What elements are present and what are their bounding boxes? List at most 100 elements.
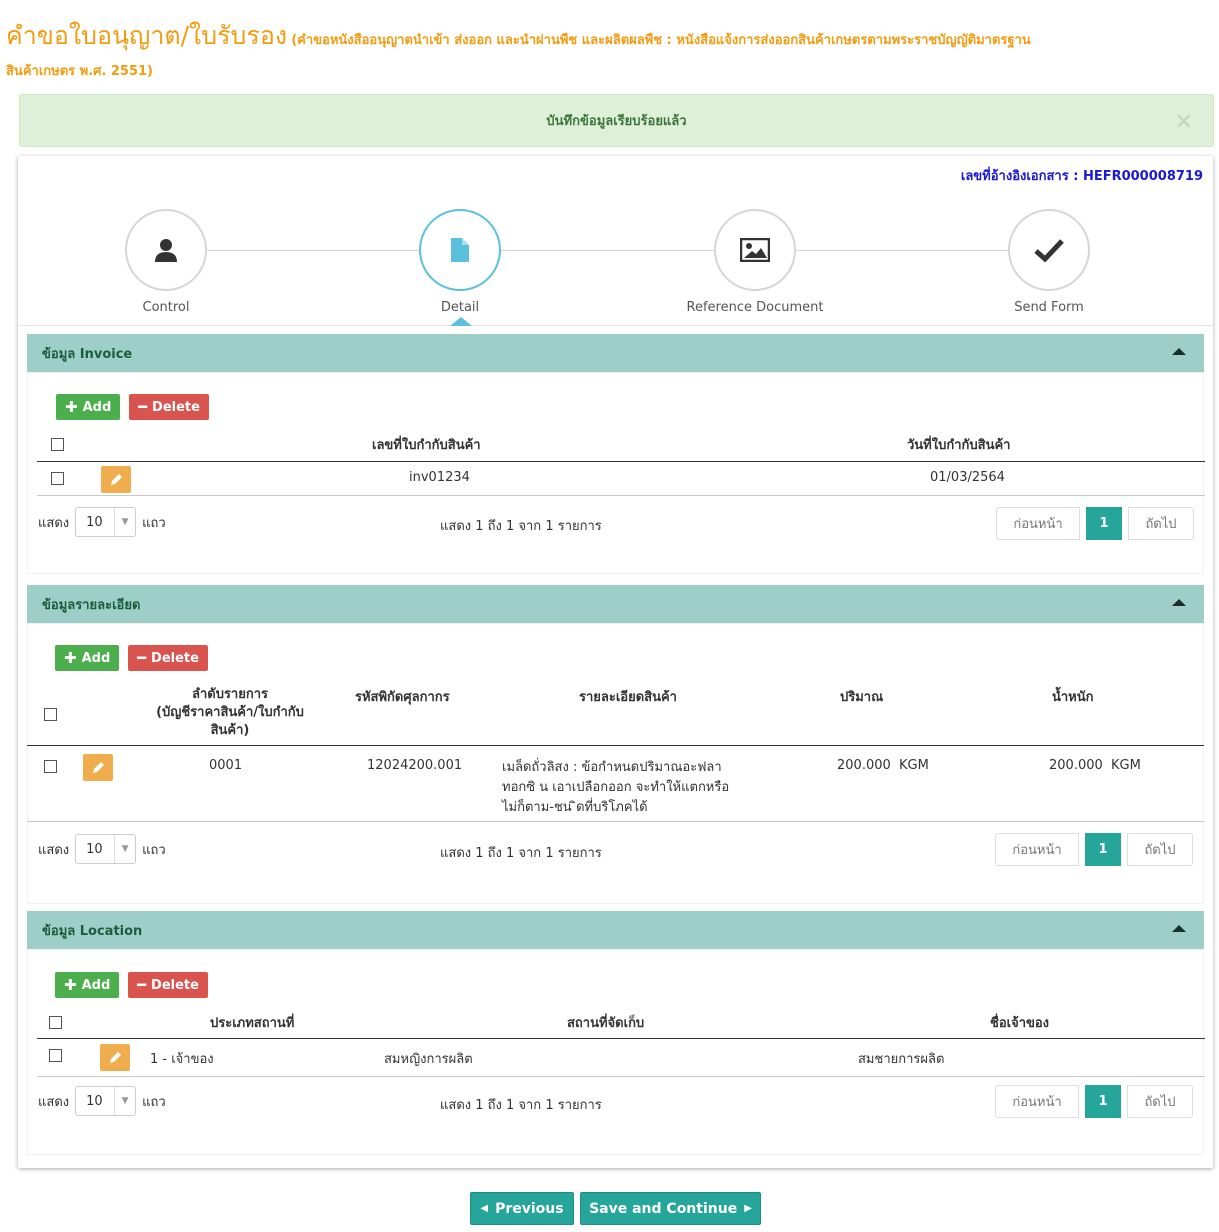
wizard-step-label: Send Form [1014, 300, 1084, 315]
page-size-value: 10 [86, 841, 103, 857]
edit-button[interactable] [101, 466, 131, 493]
reference-number: เลขที่อ้างอิงเอกสาร : HEFR000008719 [960, 169, 1203, 184]
owner-cell: สมชายการผลิต [858, 1052, 945, 1067]
previous-page-button[interactable]: ก่อนหน้า [995, 833, 1079, 866]
row-checkbox[interactable] [49, 1049, 62, 1062]
page-1-button[interactable]: 1 [1085, 1085, 1121, 1118]
add-label: Add [82, 399, 112, 415]
page-size-select[interactable]: 10 ▼ [75, 834, 137, 864]
save-and-continue-button[interactable]: Save and Continue ▶ [580, 1192, 761, 1225]
plus-icon: ✚ [64, 649, 77, 667]
page-1-button[interactable]: 1 [1085, 833, 1121, 866]
select-all-checkbox[interactable] [51, 438, 64, 451]
delete-label: Delete [151, 977, 199, 993]
wizard-step-reference-document[interactable]: Reference Document [675, 209, 835, 315]
location-delete-button[interactable]: ━ Delete [128, 972, 208, 998]
hs-code-cell: 12024200.001 [367, 758, 463, 773]
page-title-subtitle-2: สินค้าเกษตร พ.ศ. 2551) [6, 64, 153, 79]
page-length-control: แสดง 10 ▼ แถว [38, 834, 166, 864]
table-info: แสดง 1 ถึง 1 จาก 1 รายการ [440, 1098, 602, 1113]
page-size-value: 10 [86, 514, 103, 530]
invoice-section-header[interactable]: ข้อมูล Invoice [27, 334, 1204, 372]
select-all-checkbox[interactable] [49, 1016, 62, 1029]
pagination: ก่อนหน้า 1 ถัดไป [995, 1085, 1193, 1118]
wizard-step-label: Control [142, 300, 190, 315]
row-checkbox[interactable] [44, 760, 57, 773]
wizard-divider [18, 325, 1213, 326]
alert-close-icon[interactable]: × [1175, 109, 1193, 134]
collapse-icon[interactable] [1172, 348, 1186, 355]
file-icon [419, 209, 501, 291]
collapse-icon[interactable] [1172, 599, 1186, 606]
wizard-step-send-form[interactable]: Send Form [969, 209, 1129, 315]
success-alert: บันทึกข้อมูลเรียบร้อยแล้ว × [19, 94, 1214, 147]
check-icon [1008, 209, 1090, 291]
column-header: ประเภทสถานที่ [210, 1016, 295, 1031]
column-header-seq: ลำดับรายการ (บัญชีราคาสินค้า/ใบกำกับ สิน… [135, 686, 325, 740]
seq-cell: 0001 [209, 758, 243, 773]
detail-add-button[interactable]: ✚ Add [55, 645, 120, 671]
table-info: แสดง 1 ถึง 1 จาก 1 รายการ [440, 846, 602, 861]
detail-section-header[interactable]: ข้อมูลรายละเอียด [27, 585, 1204, 623]
description-line: ไม่ก็ตาม-ชน ิดที่บริโภคได้ [502, 800, 648, 815]
location-section-title: ข้อมูล Location [42, 923, 143, 939]
storage-cell: สมหญิงการผลิต [384, 1052, 473, 1067]
description-cell: เมล็ดถั่วลิสง : ข้อกำหนดปริมาณอะฟลา ทอกซ… [502, 758, 729, 818]
next-page-button[interactable]: ถัดไป [1128, 507, 1194, 540]
detail-section-title: ข้อมูลรายละเอียด [42, 597, 141, 613]
invoice-section-title: ข้อมูล Invoice [42, 346, 133, 362]
pencil-icon [110, 1051, 121, 1063]
location-section-header[interactable]: ข้อมูล Location [27, 911, 1204, 949]
page-title-main: คำขอใบอนุญาต/ใบรับรอง [6, 21, 288, 50]
image-icon [714, 209, 796, 291]
wizard-step-label: Detail [440, 300, 480, 315]
chevron-right-icon: ▶ [744, 1203, 752, 1214]
wizard-step-detail[interactable]: Detail [380, 209, 540, 315]
column-header: น้ำหนัก [1052, 690, 1094, 705]
location-add-button[interactable]: ✚ Add [55, 972, 120, 998]
edit-button[interactable] [83, 754, 113, 781]
show-label: แสดง [38, 515, 70, 531]
page-title-subtitle: (คำขอหนังสืออนุญาตนำเข้า ส่งออก และนำผ่า… [291, 33, 1031, 48]
column-header: วันที่ใบกำกับสินค้า [907, 438, 1011, 453]
rows-label: แถว [142, 1094, 166, 1110]
chevron-down-icon: ▼ [114, 1087, 135, 1115]
column-header-line: สินค้า) [210, 723, 250, 738]
collapse-icon[interactable] [1172, 925, 1186, 932]
minus-icon: ━ [137, 649, 147, 667]
table-info: แสดง 1 ถึง 1 จาก 1 รายการ [440, 519, 602, 534]
description-line: ทอกซิ น เอาเปลือกออก จะทำให้แตกหรือ [502, 780, 730, 795]
page-title: คำขอใบอนุญาต/ใบรับรอง (คำขอหนังสืออนุญาต… [6, 21, 1216, 79]
page-size-select[interactable]: 10 ▼ [75, 1086, 137, 1116]
previous-page-button[interactable]: ก่อนหน้า [996, 507, 1080, 540]
next-page-button[interactable]: ถัดไป [1127, 1085, 1193, 1118]
save-continue-label: Save and Continue [589, 1200, 738, 1217]
row-checkbox[interactable] [51, 472, 64, 485]
add-label: Add [81, 977, 111, 993]
next-page-button[interactable]: ถัดไป [1127, 833, 1193, 866]
detail-delete-button[interactable]: ━ Delete [128, 645, 208, 671]
page-size-value: 10 [86, 1093, 103, 1109]
page-length-control: แสดง 10 ▼ แถว [38, 507, 166, 537]
select-all-checkbox[interactable] [44, 708, 57, 721]
wizard-step-label: Reference Document [686, 300, 824, 315]
page-size-select[interactable]: 10 ▼ [75, 507, 137, 537]
chevron-down-icon: ▼ [114, 508, 135, 536]
page-1-button[interactable]: 1 [1086, 507, 1122, 540]
invoice-delete-button[interactable]: ━ Delete [129, 394, 209, 420]
edit-button[interactable] [100, 1044, 130, 1071]
column-header: สถานที่จัดเก็บ [567, 1016, 645, 1031]
wizard-step-control[interactable]: Control [86, 209, 246, 315]
active-step-pointer [450, 317, 472, 326]
rows-label: แถว [142, 515, 166, 531]
minus-icon: ━ [138, 398, 148, 416]
column-header: ชื่อเจ้าของ [990, 1016, 1050, 1031]
quantity-cell: 200.000 KGM [837, 758, 929, 773]
pencil-icon [93, 761, 104, 773]
invoice-add-button[interactable]: ✚ Add [56, 394, 121, 420]
previous-page-button[interactable]: ก่อนหน้า [995, 1085, 1079, 1118]
pagination: ก่อนหน้า 1 ถัดไป [995, 833, 1193, 866]
location-type-cell: 1 - เจ้าของ [150, 1052, 214, 1067]
plus-icon: ✚ [65, 398, 78, 416]
previous-button[interactable]: ◀ Previous [470, 1192, 574, 1225]
